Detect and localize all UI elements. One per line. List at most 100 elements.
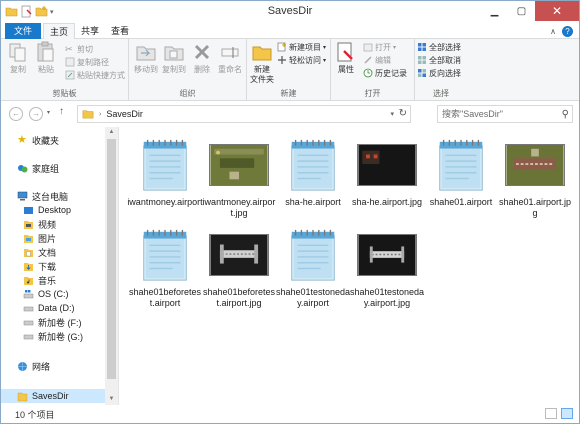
rename-button[interactable]: 重命名 (217, 41, 243, 75)
nav-item-this-pc[interactable]: 这台电脑 (17, 189, 68, 203)
back-button[interactable]: ← (9, 107, 23, 121)
cut-label: 剪切 (77, 44, 93, 54)
tab-home[interactable]: 主页 (43, 23, 75, 40)
open-button[interactable]: 打开 ▾ (363, 41, 396, 53)
file-item[interactable]: sha-he.airport.jpg (349, 135, 425, 225)
nav-item-favorites[interactable]: ★ 收藏夹 (17, 133, 59, 147)
nav-scrollbar[interactable]: ▲ ▼ (105, 127, 118, 405)
clipboard-group: 复制 粘贴 ✂ 剪切 复制路径 粘贴快捷方式 剪贴板 (1, 39, 129, 101)
delete-button[interactable]: 删除 (191, 41, 213, 75)
history-label: 历史记录 (375, 68, 407, 78)
file-item[interactable]: shahe01beforetest.airport.jpg (201, 225, 277, 315)
image-thumbnail (357, 144, 417, 186)
copy-button[interactable]: 复制 (7, 41, 29, 75)
easy-access-button[interactable]: 轻松访问 ▾ (277, 54, 326, 66)
file-icon (135, 135, 195, 195)
collapse-ribbon-icon[interactable]: ∧ (550, 27, 556, 36)
search-input[interactable]: 搜索"SavesDir" ⚲ (437, 105, 573, 123)
scroll-up-icon[interactable]: ▲ (105, 127, 118, 138)
file-item[interactable]: iwantmoney.airport (127, 135, 203, 225)
copy-path-label: 复制路径 (77, 57, 109, 67)
nav-item-homegroup[interactable]: 家庭组 (17, 161, 59, 175)
up-arrow-icon[interactable]: ↑ (59, 106, 64, 117)
file-item[interactable]: shahe01.airport.jpg (497, 135, 573, 225)
computer-icon (17, 191, 28, 200)
paste-icon (37, 41, 54, 62)
file-item[interactable]: shahe01beforetest.airport (127, 225, 203, 315)
large-icons-view-button[interactable] (561, 408, 573, 419)
invert-selection-button[interactable]: 反向选择 (417, 67, 461, 79)
nav-item-os-c[interactable]: OS (C:) (23, 287, 69, 301)
pictures-icon (24, 234, 33, 243)
tab-view[interactable]: 查看 (107, 23, 133, 39)
nav-item-music[interactable]: 音乐 (23, 273, 56, 287)
organize-group-label: 组织 (179, 89, 196, 98)
breadcrumb[interactable]: SavesDir (106, 109, 143, 119)
new-folder-button[interactable]: 新建 文件夹 (249, 41, 275, 85)
file-item[interactable]: shahe01.airport (423, 135, 499, 225)
file-icon (135, 225, 195, 285)
select-group-label: 选择 (433, 89, 449, 98)
nav-item-downloads[interactable]: 下载 (23, 259, 56, 273)
address-row: ← → ▾ ↑ › SavesDir ▾ ↻ 搜索"SavesDir" ⚲ (1, 101, 579, 127)
music-icon (24, 276, 33, 285)
nav-item-pictures[interactable]: 图片 (23, 231, 56, 245)
nav-item-videos[interactable]: 视频 (23, 217, 56, 231)
help-icon[interactable]: ? (562, 26, 573, 37)
history-button[interactable]: 历史记录 (363, 67, 407, 79)
refresh-icon[interactable]: ↻ (399, 108, 407, 119)
select-none-button[interactable]: 全部取消 (417, 54, 461, 66)
address-bar[interactable]: › SavesDir ▾ ↻ (77, 105, 411, 123)
open-group-label: 打开 (364, 89, 381, 98)
nav-item-label: 网络 (32, 361, 51, 372)
rename-label: 重命名 (218, 65, 242, 74)
search-icon: ⚲ (561, 109, 569, 120)
cut-button[interactable]: ✂ 剪切 (65, 43, 93, 55)
nav-item-data-d[interactable]: Data (D:) (23, 301, 75, 315)
file-item[interactable]: shahe01testoneday.airport.jpg (349, 225, 425, 315)
paste-label: 粘贴 (38, 65, 54, 74)
paste-button[interactable]: 粘贴 (35, 41, 57, 75)
copy-path-button[interactable]: 复制路径 (65, 56, 109, 68)
move-to-button[interactable]: 移动到 (133, 41, 159, 75)
scroll-down-icon[interactable]: ▼ (105, 394, 118, 405)
paste-shortcut-button[interactable]: 粘贴快捷方式 (65, 69, 125, 81)
edit-button[interactable]: 编辑 (363, 54, 391, 66)
details-view-button[interactable] (545, 408, 557, 419)
new-group: 新建 文件夹 新建项目 ▾ 轻松访问 ▾ 新建 (247, 39, 331, 101)
paste-shortcut-label: 粘贴快捷方式 (77, 70, 125, 80)
network-icon (18, 361, 27, 371)
new-item-button[interactable]: 新建项目 ▾ (277, 41, 326, 53)
tab-share[interactable]: 共享 (77, 23, 103, 39)
new-folder-label: 新建 文件夹 (250, 65, 274, 84)
address-dropdown-icon[interactable]: ▾ (390, 110, 394, 118)
select-all-button[interactable]: 全部选择 (417, 41, 461, 53)
nav-item-vol-g[interactable]: 新加卷 (G:) (23, 329, 83, 343)
nav-item-network[interactable]: 网络 (17, 359, 50, 373)
file-item[interactable]: sha-he.airport (275, 135, 351, 225)
nav-item-label: 收藏夹 (32, 135, 60, 146)
nav-item-savesdir[interactable]: SavesDir (1, 389, 105, 403)
video-icon (24, 220, 33, 229)
properties-button[interactable]: 属性 (335, 41, 357, 75)
minimize-button[interactable]: ▁ (481, 1, 508, 21)
scrollbar-thumb[interactable] (107, 139, 116, 379)
file-item[interactable]: iwantmoney.airport.jpg (201, 135, 277, 225)
select-all-label: 全部选择 (429, 42, 461, 52)
notepad-icon (143, 229, 187, 281)
properties-label: 属性 (338, 65, 354, 74)
file-thumbnail (209, 225, 269, 285)
maximize-button[interactable]: ▢ (508, 1, 535, 21)
close-button[interactable]: ✕ (535, 1, 579, 21)
nav-item-documents[interactable]: 文档 (23, 245, 56, 259)
nav-item-desktop[interactable]: Desktop (23, 203, 71, 217)
nav-item-vol-f[interactable]: 新加卷 (F:) (23, 315, 82, 329)
file-item[interactable]: shahe01testoneday.airport (275, 225, 351, 315)
recent-locations-icon[interactable]: ▾ (47, 109, 50, 116)
copy-to-button[interactable]: 复制到 (161, 41, 187, 75)
easy-access-icon (278, 56, 286, 64)
breadcrumb-separator-icon: › (99, 110, 102, 118)
file-name: sha-he.airport (285, 197, 341, 207)
forward-button[interactable]: → (29, 107, 43, 121)
organize-group: 移动到 复制到 删除 重命名 组织 (129, 39, 247, 101)
